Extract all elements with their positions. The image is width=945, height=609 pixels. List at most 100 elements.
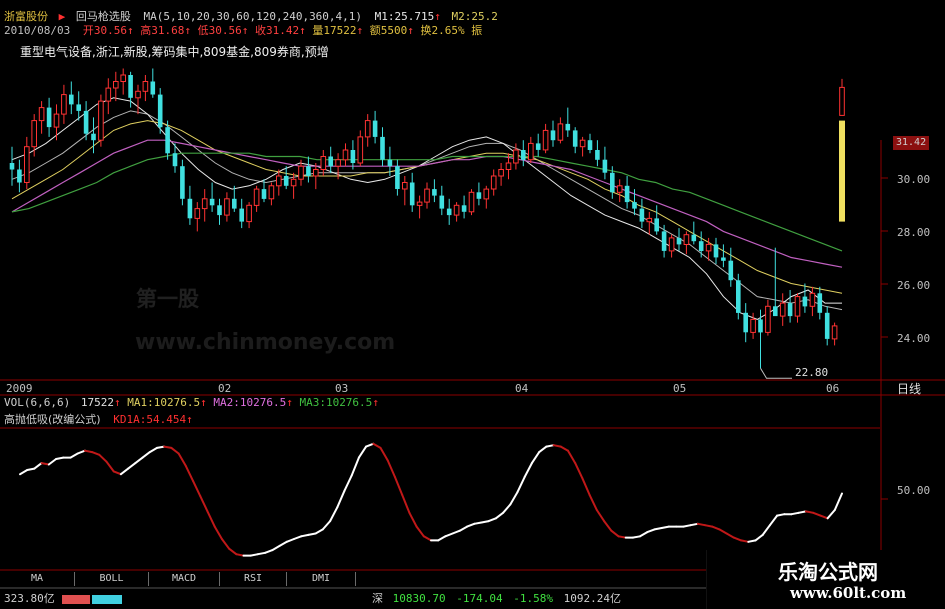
vol-ma1: MA1:10276.5	[127, 396, 201, 409]
indicator-segment	[83, 449, 94, 454]
arrow-right-icon: ▶	[58, 10, 66, 23]
candle-body	[409, 182, 415, 206]
candle	[180, 159, 185, 206]
indicator-segment	[660, 525, 670, 529]
candle-body	[476, 192, 482, 199]
candle-body	[483, 188, 490, 200]
high-price: 高31.68	[140, 24, 185, 37]
market-label: 深	[372, 592, 383, 605]
price-tick-24: 24.00	[897, 332, 931, 345]
candle-body	[253, 188, 260, 206]
indicator-title[interactable]: 高抛低吸(改编公式)	[4, 413, 101, 426]
candle-body	[550, 130, 556, 141]
amplitude-value: 振	[471, 24, 483, 37]
tab-dmi[interactable]: DMI	[287, 572, 356, 586]
index-status: 深 10830.70 -174.04 -1.58% 1092.24亿	[372, 592, 621, 606]
indicator-segment	[256, 551, 267, 556]
candle-body	[306, 166, 311, 176]
candle-body	[209, 198, 215, 206]
up-arrow-icon: ↑	[434, 10, 441, 23]
candle-body	[639, 208, 645, 222]
index-value: 10830.70	[392, 592, 446, 605]
vol-params: VOL(6,6,6)	[4, 396, 71, 409]
candle-body	[416, 201, 423, 206]
stock-name[interactable]: 浙富股份	[4, 10, 48, 23]
candle-body	[736, 280, 741, 313]
tab-boll[interactable]: BOLL	[75, 572, 149, 586]
indicator-segment	[55, 456, 65, 460]
candle-body	[9, 163, 15, 170]
tab-rsi[interactable]: RSI	[220, 572, 287, 586]
candle-body	[557, 123, 564, 141]
candle-body	[372, 120, 378, 137]
vol-ma3: MA3:10276.5	[299, 396, 373, 409]
candle-body	[439, 195, 445, 209]
candle-body	[817, 293, 823, 313]
candle-body	[201, 198, 208, 210]
low-price-marker: 22.80	[795, 366, 829, 379]
tab-macd[interactable]: MACD	[149, 572, 220, 586]
candle-body	[246, 204, 252, 223]
candle-body	[713, 244, 719, 258]
candle-body	[335, 159, 341, 167]
candle-body	[505, 162, 512, 170]
candle-body	[187, 198, 193, 219]
m2-value: M2:25.2	[451, 10, 498, 23]
site-watermark-name: 乐淘公式网	[778, 560, 878, 584]
indicator-segment	[804, 510, 815, 514]
ghost-watermark-name: 第一股	[136, 287, 199, 311]
candle	[157, 88, 163, 134]
indicator-segment	[163, 445, 173, 449]
m1-value: M1:25.715	[374, 10, 435, 23]
time-tick-03: 03	[335, 382, 349, 395]
site-watermark-url: www.60lt.com	[790, 584, 907, 602]
candle-body	[661, 231, 667, 251]
candle-body	[261, 189, 267, 199]
indicator-segment	[473, 521, 483, 525]
candle-body	[794, 296, 801, 317]
tab-ma[interactable]: MA	[0, 572, 75, 586]
indicator-segment	[776, 513, 786, 517]
price-tick-26: 26.00	[897, 279, 931, 292]
candle-body	[654, 218, 659, 232]
candle-body	[165, 127, 170, 154]
indicator-segment	[696, 522, 706, 527]
indicator-segment	[740, 539, 750, 543]
open-price: 开30.56	[82, 24, 127, 37]
indicator-segment	[249, 553, 259, 557]
candle-body	[802, 296, 808, 307]
price-tick-28: 28.00	[897, 226, 931, 239]
candle-body	[395, 166, 400, 189]
indicator-segment	[235, 553, 245, 557]
candle-body	[446, 208, 452, 216]
candle-body	[691, 234, 697, 242]
candle-body	[787, 303, 793, 317]
time-tick-02: 02	[218, 382, 232, 395]
candle-body	[113, 81, 119, 89]
candle-body	[298, 165, 304, 180]
candle-body	[46, 107, 52, 128]
candle-body	[53, 113, 60, 128]
last-price-tag: 31.42	[893, 136, 930, 150]
candle	[98, 94, 104, 147]
status-amount-left: 323.80亿	[4, 592, 55, 605]
indicator-title-row: 高抛低吸(改编公式) KD1A:54.454↑	[4, 413, 193, 427]
candle-body	[276, 175, 282, 187]
candle-body	[380, 136, 385, 160]
candle-body	[313, 169, 319, 177]
index-pct: -1.58%	[513, 592, 553, 605]
formula-name[interactable]: 回马枪选股	[76, 10, 131, 23]
candle-body	[120, 74, 127, 82]
up-arrow-icon: ↑	[184, 24, 191, 37]
candle-body	[342, 149, 349, 161]
indicator-segment	[747, 539, 757, 543]
index-change: -174.04	[456, 592, 503, 605]
period-label[interactable]: 日线	[897, 382, 921, 396]
indicator-segment	[617, 535, 627, 539]
candle-body	[402, 182, 408, 190]
candle-body	[83, 110, 89, 134]
candle-body	[528, 142, 534, 161]
candle-body	[809, 292, 816, 307]
candle-body	[232, 198, 237, 209]
candle-body	[698, 241, 704, 251]
